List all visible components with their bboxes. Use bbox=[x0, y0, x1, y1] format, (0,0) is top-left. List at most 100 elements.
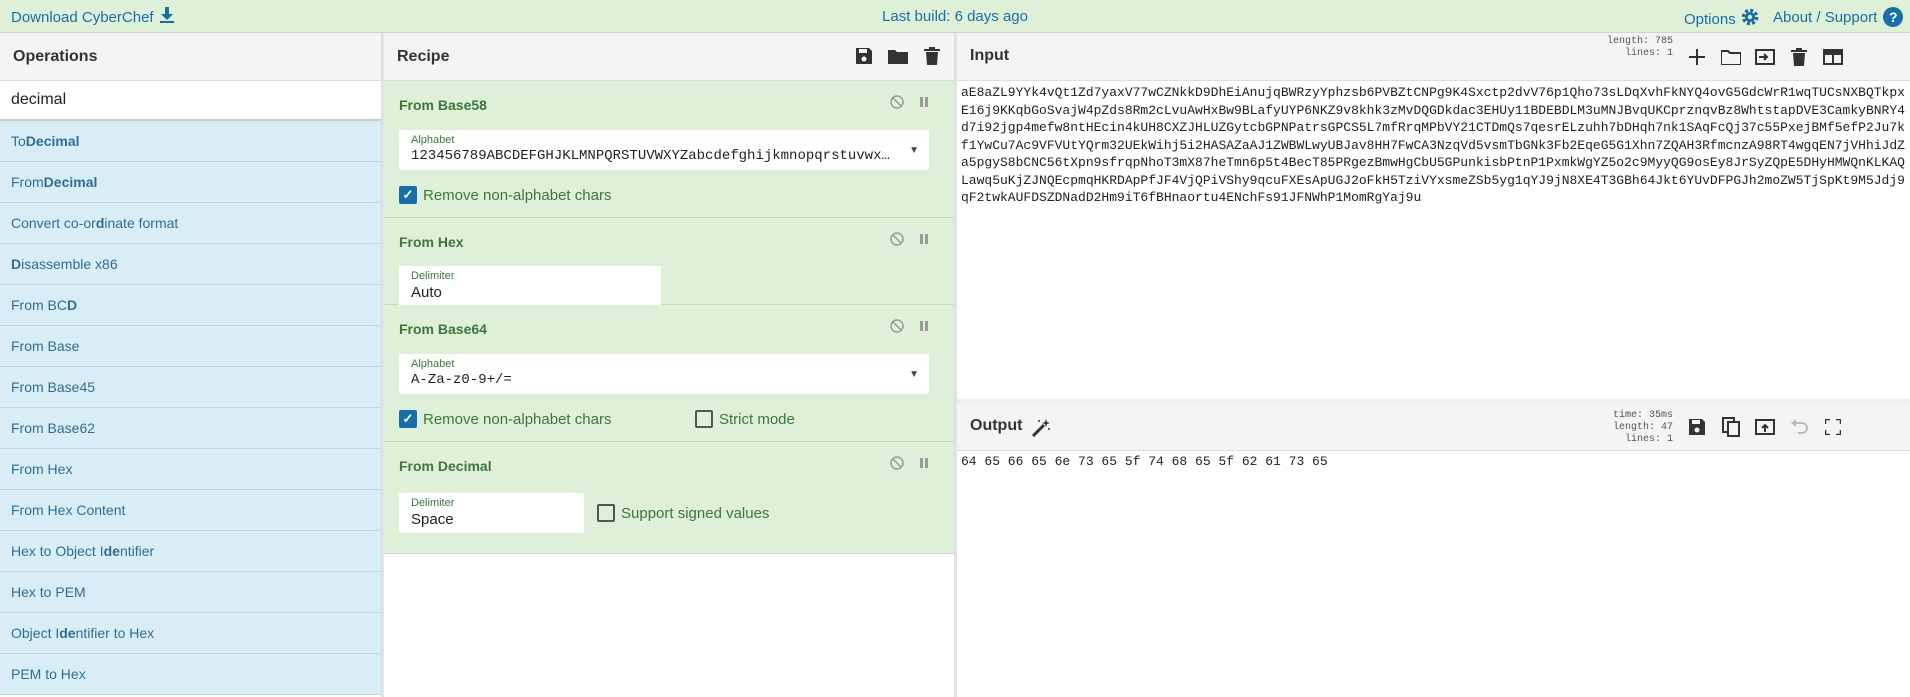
input-title: Input bbox=[970, 47, 1010, 64]
reset-layout-icon[interactable] bbox=[1823, 47, 1843, 67]
field-label: Alphabet bbox=[411, 358, 455, 370]
operation-text: PEM to Hex bbox=[11, 666, 86, 682]
support-signed-values-checkbox[interactable]: Support signed values bbox=[597, 504, 769, 522]
alphabet-select[interactable]: Alphabet A-Za-z0-9+/= ▼ bbox=[399, 354, 929, 394]
operation-text: From bbox=[11, 174, 44, 190]
help-icon: ? bbox=[1883, 7, 1904, 27]
replace-input-icon[interactable] bbox=[1755, 417, 1775, 437]
operation-item[interactable]: From Hex bbox=[0, 449, 381, 490]
checkbox-label: Support signed values bbox=[621, 504, 770, 522]
operation-text: To bbox=[11, 133, 26, 149]
operations-list: To Decimal From Decimal Convert co-or d inat… bbox=[0, 121, 381, 695]
disable-icon[interactable] bbox=[890, 232, 904, 249]
output-lines: lines: 1 bbox=[1624, 434, 1673, 445]
operation-text: From BC bbox=[11, 297, 67, 313]
operation-highlight: de bbox=[103, 543, 120, 559]
field-label: Delimiter bbox=[411, 497, 455, 509]
options-button[interactable]: Options bbox=[1684, 7, 1760, 31]
gear-icon bbox=[1740, 7, 1760, 31]
options-label: Options bbox=[1684, 10, 1736, 28]
about-support-button[interactable]: About / Support ? bbox=[1773, 7, 1904, 27]
delimiter-select[interactable]: Delimiter Auto bbox=[399, 266, 661, 306]
trash-icon[interactable] bbox=[922, 46, 942, 66]
copy-icon[interactable] bbox=[1721, 417, 1741, 437]
operation-highlight: de bbox=[59, 625, 76, 641]
operations-panel: Operations decimal To Decimal From Decima… bbox=[0, 33, 382, 697]
operation-item[interactable]: From Hex Content bbox=[0, 490, 381, 531]
ingredient-title: From Hex bbox=[399, 234, 464, 250]
add-tab-icon[interactable] bbox=[1687, 47, 1707, 67]
operation-item[interactable]: Hex to Object Ide ntifier bbox=[0, 531, 381, 572]
chevron-down-icon: ▼ bbox=[909, 369, 919, 380]
alphabet-select[interactable]: Alphabet 123456789ABCDEFGHJKLMNPQRSTUVWX… bbox=[399, 130, 929, 170]
output-title: Output bbox=[970, 417, 1023, 434]
operation-item[interactable]: From Base bbox=[0, 326, 381, 367]
recipe-header: Recipe bbox=[384, 33, 954, 81]
operation-highlight: Decimal bbox=[43, 174, 98, 190]
delimiter-select[interactable]: Delimiter Space bbox=[399, 493, 584, 533]
operation-item[interactable]: From Base62 bbox=[0, 408, 381, 449]
disable-icon[interactable] bbox=[890, 95, 904, 112]
ingredient-from-base58: From Base58 Alphabet 123456789ABCDEFGHJK… bbox=[384, 81, 954, 218]
maximize-icon[interactable] bbox=[1823, 417, 1843, 437]
download-cyberchef-link[interactable]: Download CyberChef bbox=[11, 7, 174, 27]
operation-text: Hex to PEM bbox=[11, 584, 86, 600]
field-label: Alphabet bbox=[411, 134, 455, 146]
operation-item[interactable]: Hex to PEM bbox=[0, 572, 381, 613]
save-icon[interactable] bbox=[854, 46, 874, 66]
operation-item[interactable]: To Decimal bbox=[0, 121, 381, 162]
operation-text: isassemble x86 bbox=[21, 256, 118, 272]
ingredient-title: From Base64 bbox=[399, 321, 487, 337]
operation-text: From Base45 bbox=[11, 379, 96, 395]
disable-icon[interactable] bbox=[890, 319, 904, 336]
download-icon bbox=[159, 7, 174, 27]
build-info: Last build: 6 days ago bbox=[882, 8, 1028, 25]
clear-input-icon[interactable] bbox=[1789, 47, 1809, 67]
recipe-title: Recipe bbox=[397, 47, 450, 65]
input-length: length: 785 bbox=[1606, 36, 1673, 47]
disable-icon[interactable] bbox=[890, 456, 904, 473]
save-output-icon[interactable] bbox=[1687, 417, 1707, 437]
field-value: A-Za-z0-9+/= bbox=[411, 372, 512, 388]
output-textarea[interactable]: 64 65 66 65 6e 73 65 5f 74 68 65 5f 62 6… bbox=[957, 453, 1910, 470]
operation-text: Convert co-or bbox=[11, 215, 96, 231]
operation-text: From Hex Content bbox=[11, 502, 126, 518]
field-value: Space bbox=[411, 511, 454, 528]
input-textarea[interactable]: aE8aZL9YYk4vQt1Zd7yaxV77wCZNkkD9DhEiAnuj… bbox=[957, 83, 1910, 399]
remove-non-alphabet-checkbox[interactable]: ✓ Remove non-alphabet chars bbox=[399, 186, 611, 204]
chevron-down-icon: ▼ bbox=[909, 145, 919, 156]
operation-highlight: D bbox=[11, 256, 22, 272]
pause-icon[interactable] bbox=[918, 95, 930, 112]
input-stats: length: 785 lines: 1 bbox=[1587, 36, 1673, 60]
folder-icon[interactable] bbox=[888, 46, 908, 66]
operation-text: Object I bbox=[11, 625, 60, 641]
input-header: Input length: 785 lines: 1 bbox=[957, 33, 1910, 81]
pause-icon[interactable] bbox=[918, 456, 930, 473]
magic-wand-icon[interactable] bbox=[1031, 418, 1051, 442]
operations-search-input[interactable]: decimal bbox=[0, 81, 381, 121]
remove-non-alphabet-checkbox[interactable]: ✓ Remove non-alphabet chars bbox=[399, 410, 611, 428]
operation-item[interactable]: PEM to Hex bbox=[0, 654, 381, 695]
ingredient-title: From Decimal bbox=[399, 458, 492, 474]
operation-item[interactable]: Object Ide ntifier to Hex bbox=[0, 613, 381, 654]
operation-item[interactable]: From BC D bbox=[0, 285, 381, 326]
operation-text: From Hex bbox=[11, 461, 73, 477]
output-stats: time: 35ms length: 47 lines: 1 bbox=[1587, 410, 1673, 446]
undo-icon[interactable] bbox=[1789, 417, 1809, 437]
open-folder-icon[interactable] bbox=[1721, 47, 1741, 67]
strict-mode-checkbox[interactable]: Strict mode bbox=[695, 410, 795, 428]
operation-item[interactable]: Convert co-or d inate format bbox=[0, 203, 381, 244]
checkbox-checked-icon: ✓ bbox=[399, 186, 417, 204]
pause-icon[interactable] bbox=[918, 232, 930, 249]
ingredient-from-hex: From Hex Delimiter Auto bbox=[384, 218, 954, 306]
operation-item[interactable]: From Decimal bbox=[0, 162, 381, 203]
ingredient-title: From Base58 bbox=[399, 97, 487, 113]
operation-item[interactable]: From Base45 bbox=[0, 367, 381, 408]
operation-text: ntifier bbox=[119, 543, 155, 559]
pause-icon[interactable] bbox=[918, 319, 930, 336]
field-value: Auto bbox=[411, 284, 442, 301]
input-lines: lines: 1 bbox=[1624, 48, 1673, 59]
top-banner: Download CyberChef Last build: 6 days ag… bbox=[0, 0, 1910, 33]
operation-item[interactable]: Disassemble x86 bbox=[0, 244, 381, 285]
open-file-icon[interactable] bbox=[1755, 47, 1775, 67]
